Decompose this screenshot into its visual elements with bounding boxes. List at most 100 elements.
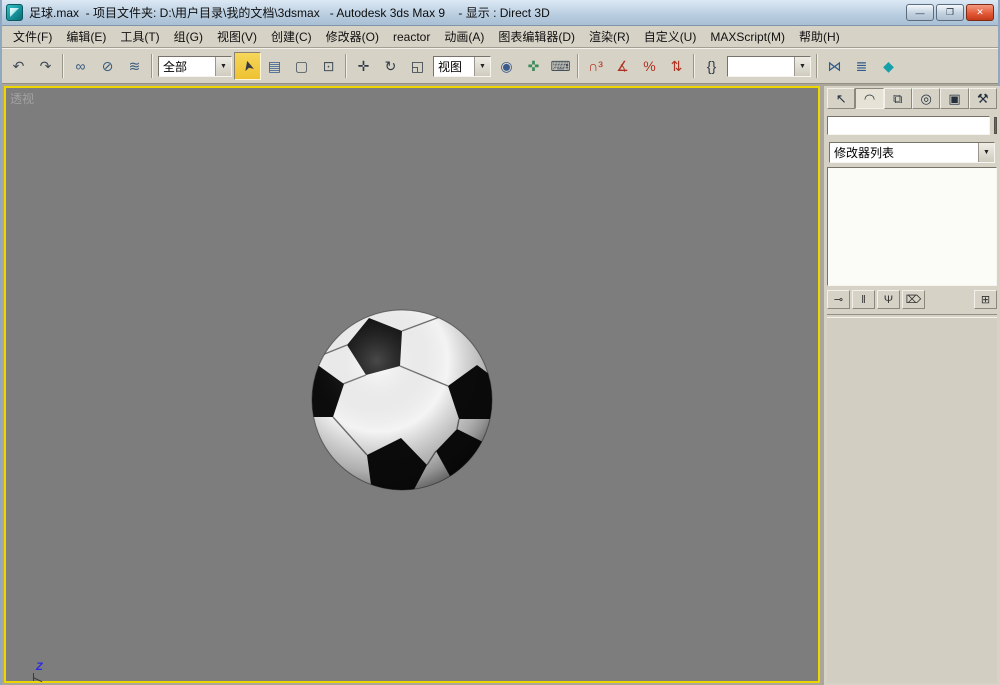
menu-item-group[interactable]: 组(G) xyxy=(167,25,210,48)
main-toolbar: ↶ ↷ ∞ ⊘ ≋ 全部 ▼ ➤ ▤ ▢ ⊡ ✛ ↻ ◱ 视图 ▼ ◉ ✜ ⌨ ∩³ ∡% ⇅ {} ▼ ⋈ ≣ ◆ xyxy=(2,48,998,84)
snap-toggle-3d-button[interactable]: ∩³ xyxy=(582,52,609,80)
mirror-icon: ⋈ xyxy=(827,58,842,74)
menu-item-animation[interactable]: 动画(A) xyxy=(437,25,491,48)
menu-item-graph-editors[interactable]: 图表编辑器(D) xyxy=(491,25,582,48)
soccer-ball-graphic xyxy=(311,309,493,491)
tab-utilities[interactable]: ⚒ xyxy=(968,88,997,109)
chevron-down-icon[interactable]: ▼ xyxy=(474,56,490,76)
menu-item-reactor[interactable]: reactor xyxy=(386,27,437,47)
spinner-snap-toggle-button[interactable]: ⇅ xyxy=(663,52,690,80)
toolbar-separator xyxy=(577,54,579,78)
angle-snap-toggle-button[interactable]: ∡ xyxy=(609,52,636,80)
menu-item-edit[interactable]: 编辑(E) xyxy=(59,25,113,48)
select-object-button[interactable]: ➤ xyxy=(234,52,261,80)
command-panel: ↖ ◠ ⧉ ◎ ▣ ⚒ 修改器列表 ▼ ⊸ ‖ Ψ ⌦ ⊞ xyxy=(824,86,1000,685)
minimize-button[interactable]: — xyxy=(906,4,934,21)
mirror-button[interactable]: ⋈ xyxy=(821,52,848,80)
menu-item-tools[interactable]: 工具(T) xyxy=(113,25,166,48)
select-and-rotate-button[interactable]: ↻ xyxy=(377,52,404,80)
select-and-scale-button[interactable]: ◱ xyxy=(404,52,431,80)
menu-item-modifiers[interactable]: 修改器(O) xyxy=(319,25,386,48)
toolbar-separator xyxy=(693,54,695,78)
app-window: 足球.max - 项目文件夹: D:\用户目录\我的文档\3dsmax - Au… xyxy=(0,0,1000,685)
modifier-stack-list[interactable] xyxy=(827,167,997,286)
show-end-result-button[interactable]: ‖ xyxy=(852,290,875,309)
select-and-move-button[interactable]: ✛ xyxy=(350,52,377,80)
align-button[interactable]: ≣ xyxy=(848,52,875,80)
reference-coordinate-system-dropdown[interactable]: 视图 ▼ xyxy=(433,55,491,77)
select-object-icon: ➤ xyxy=(238,58,257,74)
menu-item-file[interactable]: 文件(F) xyxy=(6,25,59,48)
modifier-list-dropdown[interactable]: 修改器列表 ▼ xyxy=(829,142,995,163)
toolbar-separator xyxy=(62,54,64,78)
object-color-swatch[interactable] xyxy=(994,117,997,134)
select-and-manipulate-button[interactable]: ✜ xyxy=(520,52,547,80)
command-panel-tabs: ↖ ◠ ⧉ ◎ ▣ ⚒ xyxy=(827,88,997,109)
close-button[interactable]: ✕ xyxy=(966,4,994,21)
menu-item-create[interactable]: 创建(C) xyxy=(264,25,319,48)
edit-named-selection-sets-button[interactable]: {} xyxy=(698,52,725,80)
named-selection-sets-dropdown[interactable]: ▼ xyxy=(727,55,811,77)
show-end-result-icon: ‖ xyxy=(861,293,866,306)
tab-hierarchy[interactable]: ⧉ xyxy=(883,88,912,109)
hierarchy-tab-icon: ⧉ xyxy=(893,90,903,106)
menu-item-maxscript[interactable]: MAXScript(M) xyxy=(703,27,792,47)
configure-modifier-sets-button[interactable]: ⊞ xyxy=(974,290,997,309)
redo-button[interactable]: ↷ xyxy=(32,52,59,80)
menu-item-customize[interactable]: 自定义(U) xyxy=(637,25,704,48)
keyboard-shortcut-override-button[interactable]: ⌨ xyxy=(547,52,574,80)
chevron-down-icon[interactable]: ▼ xyxy=(215,56,231,76)
toolbar-separator xyxy=(816,54,818,78)
maximize-button[interactable]: ❐ xyxy=(936,4,964,21)
spinner-snap-toggle-icon: ⇅ xyxy=(670,58,683,74)
rollout-area xyxy=(827,317,997,683)
remove-modifier-icon: ⌦ xyxy=(905,294,922,306)
material-editor-icon: ◆ xyxy=(883,58,894,74)
select-by-name-icon: ▤ xyxy=(267,58,282,74)
percent-snap-toggle-icon: % xyxy=(643,58,656,74)
modifier-list-label: 修改器列表 xyxy=(834,146,895,160)
menu-item-rendering[interactable]: 渲染(R) xyxy=(582,25,637,48)
title-bar: 足球.max - 项目文件夹: D:\用户目录\我的文档\3dsmax - Au… xyxy=(2,0,998,26)
bind-to-space-warp-button[interactable]: ≋ xyxy=(121,52,148,80)
main-area: 透视 Z ↖ ◠ ⧉ ◎ ▣ ⚒ 修改器列表 ▼ ⊸ ‖ Ψ ⌦ ⊞ xyxy=(2,84,1000,685)
app-icon xyxy=(6,4,23,21)
axis-z-label: Z xyxy=(36,661,43,673)
make-unique-button[interactable]: Ψ xyxy=(877,290,900,309)
menu-bar: 文件(F) 编辑(E) 工具(T) 组(G) 视图(V) 创建(C) 修改器(O) react… xyxy=(2,26,998,48)
configure-modifier-sets-icon: ⊞ xyxy=(980,294,991,306)
selection-filter-dropdown[interactable]: 全部 ▼ xyxy=(158,55,232,77)
chevron-down-icon[interactable]: ▼ xyxy=(978,143,994,162)
bind-to-space-warp-icon: ≋ xyxy=(128,58,141,74)
menu-item-help[interactable]: 帮助(H) xyxy=(792,25,847,48)
percent-snap-toggle-button[interactable]: % xyxy=(636,52,663,80)
select-by-name-button[interactable]: ▤ xyxy=(261,52,288,80)
toolbar-separator xyxy=(345,54,347,78)
rect-selection-region-button[interactable]: ▢ xyxy=(288,52,315,80)
object-name-input[interactable] xyxy=(827,116,990,135)
tab-create[interactable]: ↖ xyxy=(827,88,856,109)
remove-modifier-button[interactable]: ⌦ xyxy=(902,290,925,309)
motion-tab-icon: ◎ xyxy=(920,90,932,106)
soccer-ball-object[interactable] xyxy=(307,305,497,495)
align-icon: ≣ xyxy=(855,58,868,74)
tab-display[interactable]: ▣ xyxy=(940,88,969,109)
name-and-color-row xyxy=(827,116,997,135)
tab-motion[interactable]: ◎ xyxy=(911,88,941,109)
chevron-down-icon[interactable]: ▼ xyxy=(794,56,810,76)
use-pivot-point-center-button[interactable]: ◉ xyxy=(493,52,520,80)
modify-tab-icon: ◠ xyxy=(863,90,876,106)
menu-item-views[interactable]: 视图(V) xyxy=(210,25,264,48)
axis-line xyxy=(32,677,43,683)
world-axis-tripod: Z xyxy=(30,661,54,683)
unlink-selection-button[interactable]: ⊘ xyxy=(94,52,121,80)
redo-icon: ↷ xyxy=(39,58,52,74)
perspective-viewport[interactable]: 透视 Z xyxy=(4,86,820,683)
create-tab-icon: ↖ xyxy=(835,90,847,106)
window-crossing-toggle-button[interactable]: ⊡ xyxy=(315,52,342,80)
undo-button[interactable]: ↶ xyxy=(5,52,32,80)
pin-stack-button[interactable]: ⊸ xyxy=(827,290,850,309)
material-editor-button[interactable]: ◆ xyxy=(875,52,902,80)
select-and-link-button[interactable]: ∞ xyxy=(67,52,94,80)
tab-modify[interactable]: ◠ xyxy=(855,88,884,109)
